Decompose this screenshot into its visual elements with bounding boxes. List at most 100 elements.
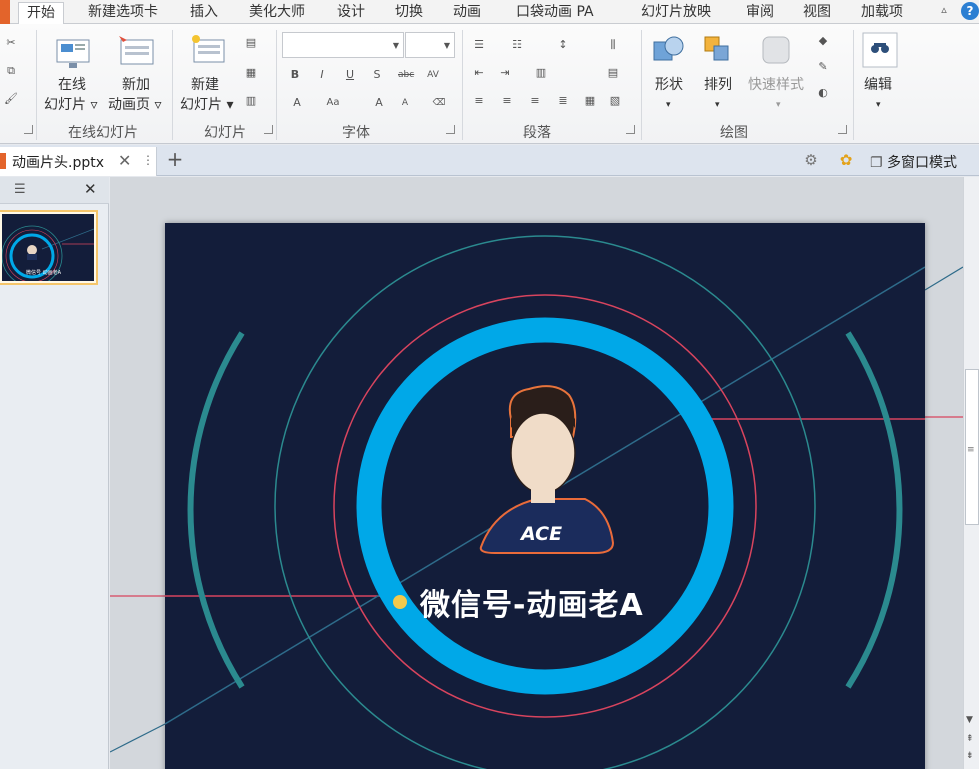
tab-transitions[interactable]: 切换 — [395, 2, 423, 24]
settings-gear-icon[interactable]: ⚙ — [800, 151, 822, 171]
tab-home[interactable]: 开始 — [18, 2, 64, 24]
arrange-dropdown-icon[interactable]: ▾ — [715, 95, 720, 115]
doc-tab-active[interactable]: 动画片头.pptx ✕ ⋮ — [0, 147, 157, 176]
shape-fill-icon[interactable]: ◆ — [816, 34, 830, 48]
change-case-icon[interactable]: Aa — [326, 96, 340, 110]
italic-icon[interactable]: I — [315, 68, 329, 82]
cut-icon[interactable]: ✂ — [4, 36, 18, 50]
shrink-font-icon[interactable]: A — [398, 96, 412, 110]
align-center-icon[interactable]: ≡ — [500, 94, 514, 108]
tab-animations[interactable]: 动画 — [453, 2, 481, 24]
bullets-icon[interactable]: ☰ — [472, 38, 486, 52]
tab-design[interactable]: 设计 — [337, 2, 365, 24]
new-animation-page-button-line2[interactable]: 动画页 ▿ — [108, 95, 161, 115]
grow-font-icon[interactable]: A — [372, 96, 386, 110]
tab-beautify[interactable]: 美化大师 — [249, 2, 305, 24]
slide-editing-canvas: ACE 微信号-动画老A — [110, 177, 963, 769]
new-slide-button-line2[interactable]: 幻灯片 ▾ — [180, 95, 233, 115]
tab-new-tab[interactable]: 新建选项卡 — [88, 2, 158, 24]
vertical-scrollbar[interactable]: ≡ ▼ ⇞ ⇟ — [963, 177, 979, 769]
columns-icon[interactable]: ▥ — [534, 66, 548, 80]
help-icon[interactable]: ? — [961, 2, 979, 20]
group-label-drawing: 绘图 — [720, 125, 748, 141]
slide[interactable]: ACE 微信号-动画老A — [165, 223, 925, 769]
align-left-icon[interactable]: ≡ — [472, 94, 486, 108]
clear-format-icon[interactable]: ⌫ — [432, 96, 446, 110]
outline-view-icon[interactable]: ☰ — [14, 182, 26, 197]
multi-window-label: 多窗口模式 — [887, 155, 958, 171]
close-tab-icon[interactable]: ✕ — [118, 151, 131, 170]
group-label-font: 字体 — [342, 125, 370, 141]
align-text-icon[interactable]: ▤ — [606, 66, 620, 80]
tab-view[interactable]: 视图 — [803, 2, 831, 24]
file-tab[interactable] — [0, 0, 10, 24]
new-slide-icon — [190, 34, 226, 72]
tab-slideshow[interactable]: 幻灯片放映 — [641, 2, 711, 24]
shapes-button[interactable]: 形状 — [655, 75, 683, 95]
shapes-icon — [652, 34, 686, 72]
clipboard-launcher-icon[interactable] — [24, 125, 33, 134]
quick-styles-button[interactable]: 快速样式 — [748, 75, 804, 95]
arrange-button[interactable]: 排列 — [704, 75, 732, 95]
reset-slide-icon[interactable]: ▦ — [244, 66, 258, 80]
previous-slide-icon[interactable]: ⇞ — [966, 734, 974, 744]
slide-thumbnail-1[interactable]: 微信号 动画老A — [0, 210, 98, 285]
new-slide-button[interactable]: 新建 — [191, 75, 219, 95]
tab-review[interactable]: 审阅 — [746, 2, 774, 24]
tab-addins[interactable]: 加载项 — [861, 2, 903, 24]
group-label-online-slides: 在线幻灯片 — [68, 125, 138, 141]
new-animation-page-button[interactable]: 新加 — [122, 75, 150, 95]
slides-launcher-icon[interactable] — [264, 125, 273, 134]
font-launcher-icon[interactable] — [446, 125, 455, 134]
section-icon[interactable]: ▥ — [244, 94, 258, 108]
increase-indent-icon[interactable]: ⇥ — [498, 66, 512, 80]
online-slides-button[interactable]: 在线 — [58, 75, 86, 95]
numbering-icon[interactable]: ☷ — [510, 38, 524, 52]
multi-window-icon: ❐ — [870, 155, 883, 171]
slide-caption[interactable]: 微信号-动画老A — [420, 580, 644, 624]
editing-dropdown-icon[interactable]: ▾ — [876, 95, 881, 115]
text-direction-icon[interactable]: ⫼ — [606, 38, 620, 52]
format-painter-icon[interactable]: 🖌 — [4, 92, 18, 106]
online-slides-icon — [55, 36, 91, 74]
distributed-icon[interactable]: ▦ — [583, 94, 597, 108]
shape-outline-icon[interactable]: ✎ — [816, 60, 830, 74]
tab-insert[interactable]: 插入 — [190, 2, 218, 24]
underline-icon[interactable]: U — [343, 68, 357, 82]
slide-graphics — [165, 235, 925, 769]
new-tab-icon[interactable]: + — [163, 147, 187, 173]
online-slides-button-line2[interactable]: 幻灯片 ▿ — [44, 95, 97, 115]
layout-icon[interactable]: ▤ — [244, 36, 258, 50]
slide-thumbnail-pane: ☰ ✕ 微信号 动画老A — [0, 177, 109, 769]
justify-icon[interactable]: ≣ — [556, 94, 570, 108]
font-name-combo[interactable]: ▼ — [282, 32, 404, 58]
next-slide-icon[interactable]: ⇟ — [966, 751, 974, 761]
align-right-icon[interactable]: ≡ — [528, 94, 542, 108]
scroll-down-icon[interactable]: ▼ — [966, 715, 973, 725]
shapes-dropdown-icon[interactable]: ▾ — [666, 95, 671, 115]
bold-icon[interactable]: B — [288, 68, 302, 82]
decrease-indent-icon[interactable]: ⇤ — [472, 66, 486, 80]
collapse-ribbon-icon[interactable]: ▵ — [936, 3, 952, 19]
smartart-icon[interactable]: ▧ — [608, 94, 622, 108]
strikethrough-icon[interactable]: abc — [398, 68, 414, 82]
line-spacing-icon[interactable]: ↕ — [556, 38, 570, 52]
editing-button[interactable]: 编辑 — [864, 75, 892, 95]
multi-window-button[interactable]: ❐ 多窗口模式 — [870, 152, 957, 172]
doc-tab-filename: 动画片头.pptx — [12, 155, 104, 171]
tab-pocket-animation[interactable]: 口袋动画 PA — [516, 2, 594, 24]
quick-styles-dropdown-icon[interactable]: ▾ — [776, 95, 781, 115]
yellow-dot — [393, 595, 407, 609]
copy-icon[interactable]: ⧉ — [4, 64, 18, 78]
char-spacing-icon[interactable]: AV — [426, 68, 440, 82]
drawing-launcher-icon[interactable] — [838, 125, 847, 134]
paragraph-launcher-icon[interactable] — [626, 125, 635, 134]
shape-effects-icon[interactable]: ◐ — [816, 86, 830, 100]
font-size-combo[interactable]: ▼ — [405, 32, 455, 58]
tab-menu-icon[interactable]: ⋮ — [142, 153, 154, 167]
skin-icon[interactable]: ✿ — [836, 151, 856, 171]
font-color-icon[interactable]: A — [290, 96, 304, 110]
group-label-paragraph: 段落 — [523, 125, 551, 141]
close-pane-icon[interactable]: ✕ — [84, 180, 97, 198]
shadow-icon[interactable]: S — [370, 68, 384, 82]
